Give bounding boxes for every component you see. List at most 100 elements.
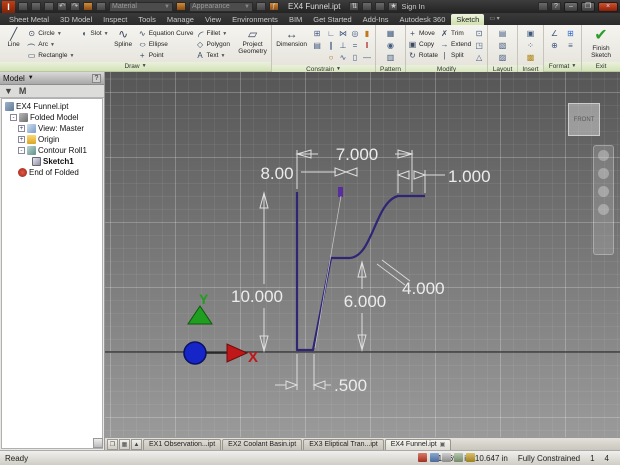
undo-icon[interactable]: ↶ [57,2,67,11]
y-axis-arrow[interactable] [187,305,213,325]
rectangle-button[interactable]: ▭ Rectangle ▼ [27,50,77,61]
cascade-windows-icon[interactable]: ▦ [119,439,130,450]
tab-view[interactable]: View [200,14,226,25]
tree-item-contour-roll[interactable]: - Contour Roll1 [2,145,102,156]
point-button[interactable]: + Point [138,50,194,61]
dimension-1[interactable] [396,170,445,193]
dimension-8[interactable] [301,167,358,177]
dof-icon[interactable] [430,453,439,462]
favorites-star-icon[interactable]: ★ [388,2,399,11]
dim-text-bottom-width[interactable]: .500 [334,376,367,395]
doc-tab-ex4[interactable]: EX4 Funnel.ipt ▣ [384,439,452,450]
concentric-constraint-icon[interactable]: ◎ [349,28,361,40]
fillet-button[interactable]: (Fillet ▼ [196,28,235,39]
close-button[interactable]: × [598,1,618,12]
doc-tab-ex3[interactable]: EX3 Eliptical Tran...ipt [303,439,384,450]
ellipse-button[interactable]: ○ Ellipse [138,39,194,50]
equal-constraint-icon[interactable]: = [349,40,361,52]
rectangular-pattern-icon[interactable]: ▦ [387,28,395,40]
restore-button[interactable]: ❐ [581,1,595,12]
communication-center-icon[interactable] [538,2,548,11]
constraint-settings-icon[interactable]: ▤ [311,40,323,52]
tab-environments[interactable]: Environments [227,14,283,25]
circle-button[interactable]: ⊙ Circle ▼ [27,28,77,39]
driven-dimension-icon[interactable]: ≡ [564,40,578,52]
centerline-icon[interactable]: ⊕ [548,40,562,52]
adjust-icon[interactable] [256,2,266,11]
new-file-icon[interactable] [18,2,28,11]
tree-item-folded-model[interactable]: - Folded Model [2,112,102,123]
tab-add-ins[interactable]: Add-Ins [358,14,394,25]
tab-manage[interactable]: Manage [162,14,199,25]
filter-icon[interactable]: ▼ [4,86,13,97]
copy-button[interactable]: ▣ Copy [408,39,438,50]
scale-icon[interactable]: ⊡ [473,28,485,40]
extend-button[interactable]: → Extend [440,39,472,50]
help-search-icon[interactable] [375,2,386,11]
construction-line-icon[interactable]: ∠ [548,28,562,40]
expand-tabs-icon[interactable]: ▲ [131,439,142,450]
tab-3d-model[interactable]: 3D Model [55,14,97,25]
dimension-10[interactable] [259,191,269,353]
browser-resize-grip[interactable] [93,438,103,448]
dim-text-upper-right[interactable]: 1.000 [448,167,491,186]
minimize-button[interactable]: – [564,1,578,12]
spline-button[interactable]: ∿ Spline [111,26,136,48]
tile-windows-icon[interactable]: ❐ [107,439,118,450]
arc-button[interactable]: (Arc ▼ [27,39,77,50]
printer-icon[interactable] [442,453,451,462]
polygon-button[interactable]: ◇ Polygon [196,39,235,50]
tab-sketch[interactable]: Sketch [451,14,485,25]
doc-tab-ex2[interactable]: EX2 Coolant Basin.ipt [222,439,303,450]
arc-layout-icon[interactable]: ▨ [499,52,507,64]
insert-points-icon[interactable]: ⁘ [527,40,535,52]
project-geometry-button[interactable]: ▱ Project Geometry [236,26,269,55]
dimension-button[interactable]: ↔ Dimension [274,26,309,48]
doc-tab-ex1[interactable]: EX1 Observation...ipt [143,439,222,450]
mirror-icon[interactable]: ▥ [387,52,395,64]
dim-text-upper-left[interactable]: 8.00 [260,164,293,183]
dimension-500[interactable] [275,354,331,390]
lock-constraint-icon[interactable]: ▮ [361,28,373,40]
collapse-icon[interactable]: - [10,114,17,121]
parallel-constraint-icon[interactable]: ∥ [325,40,337,52]
line-button[interactable]: ╱ Line [2,26,25,48]
offset-icon[interactable]: △ [473,52,485,64]
appearance-swatch-icon[interactable] [176,2,186,11]
measure-icon[interactable] [466,453,475,462]
tangent-constraint-icon[interactable]: ○ [325,52,337,64]
material-dropdown[interactable]: Material ▼ [109,1,173,12]
dim-text-overall-height[interactable]: 10.000 [231,287,283,306]
x-axis-arrow[interactable] [226,343,249,363]
move-button[interactable]: + Move [408,28,438,39]
inventor-logo[interactable]: I [2,0,15,13]
slot-layout-icon[interactable]: ▧ [499,40,507,52]
sign-in-button[interactable]: Sign In [401,2,424,11]
coincident-constraint-icon[interactable]: ∟ [325,28,337,40]
circular-pattern-icon[interactable]: ◉ [387,40,395,52]
browser-header[interactable]: Model ▼ ? [0,72,104,85]
sketch-doctor-icon[interactable] [418,453,427,462]
sketch-canvas[interactable]: FRONT 7.000 8.00 1.000 10.000 6.000 4.00… [105,72,620,437]
appearance-dropdown[interactable]: Appearance ▼ [189,1,253,12]
select-icon[interactable] [96,2,106,11]
tab-bim[interactable]: BIM [284,14,307,25]
draw-panel-label[interactable]: Draw ▼ [0,62,271,71]
camera-icon[interactable] [454,453,463,462]
help-icon[interactable]: ? [551,2,561,11]
tab-inspect[interactable]: Inspect [98,14,132,25]
update-icon[interactable] [83,2,93,11]
browser-help-icon[interactable]: ? [92,73,101,83]
insert-image-icon[interactable]: ▣ [527,28,535,40]
stretch-icon[interactable]: ◳ [473,40,485,52]
collinear-constraint-icon[interactable]: ⋈ [337,28,349,40]
text-button[interactable]: A Text ▼ [196,50,235,61]
symmetric-constraint-icon[interactable]: ▯ [349,52,361,64]
rotate-button[interactable]: ↻ Rotate [408,50,438,61]
auto-dimension-icon[interactable]: ⊞ [311,28,323,40]
dim-text-inner-height[interactable]: 6.000 [344,292,387,311]
tab-tools[interactable]: Tools [133,14,161,25]
funnel-profile-lines[interactable] [295,192,425,352]
exchange-icon[interactable]: ⇅ [349,2,360,11]
trim-button[interactable]: ✗ Trim [440,28,471,39]
